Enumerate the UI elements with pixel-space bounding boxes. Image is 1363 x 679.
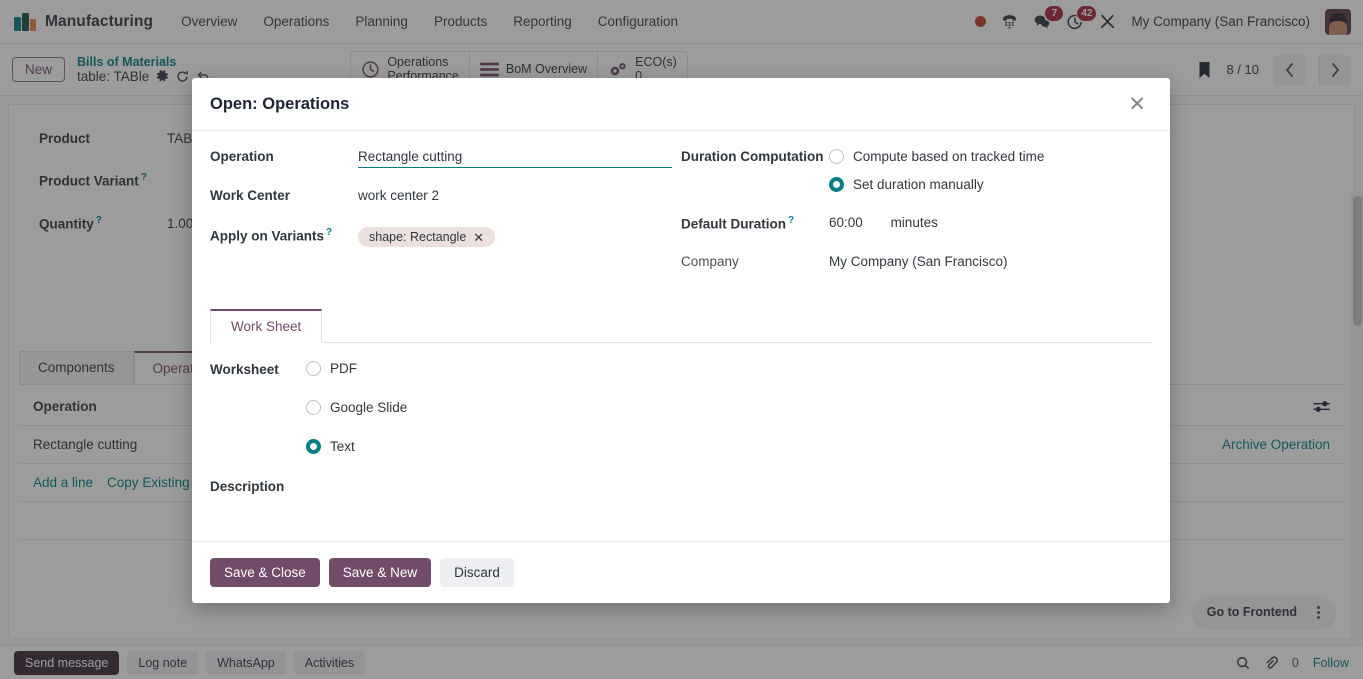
default-duration-wrap: 60:00 minutes [829, 213, 1152, 230]
label-description: Description [210, 479, 285, 494]
tab-work-sheet[interactable]: Work Sheet [210, 309, 323, 343]
field-wrap-operation [358, 147, 681, 168]
label-worksheet: Worksheet [210, 362, 279, 377]
radio-worksheet-text[interactable]: Text [306, 439, 407, 454]
radio-button-selected[interactable] [306, 439, 321, 454]
default-duration-unit: minutes [890, 215, 938, 230]
radio-label: Text [330, 439, 355, 454]
field-operation: Operation [210, 147, 681, 171]
close-icon[interactable]: ✕ [473, 231, 484, 244]
radio-set-duration-manually[interactable]: Set duration manually [829, 177, 1152, 192]
label-apply-on-variants: Apply on Variants? [210, 227, 333, 244]
variant-chip-label: shape: Rectangle [369, 230, 467, 244]
form-column-right: Duration Computation Compute based on tr… [681, 147, 1152, 291]
field-work-center: Work Center work center 2 [210, 186, 681, 210]
help-icon[interactable]: ? [788, 215, 794, 226]
radio-compute-tracked-time[interactable]: Compute based on tracked time [829, 149, 1152, 164]
field-duration-computation: Duration Computation Compute based on tr… [681, 147, 1152, 192]
radio-button[interactable] [306, 361, 321, 376]
form-column-left: Operation Work Center work center 2 Appl… [210, 147, 681, 291]
radio-worksheet-pdf[interactable]: PDF [306, 361, 407, 376]
field-worksheet: Worksheet PDF Google Slide Text [210, 361, 1152, 454]
radio-button-selected[interactable] [829, 177, 844, 192]
save-and-close-button[interactable]: Save & Close [210, 558, 320, 587]
radio-label: Google Slide [330, 400, 408, 415]
discard-button[interactable]: Discard [440, 558, 514, 587]
radio-label: Compute based on tracked time [853, 149, 1045, 164]
help-icon[interactable]: ? [326, 227, 332, 238]
dialog-footer: Save & Close Save & New Discard [192, 541, 1170, 603]
close-icon[interactable]: ✕ [1122, 90, 1152, 119]
dialog-body: Operation Work Center work center 2 Appl… [192, 131, 1170, 541]
dialog-header: Open: Operations ✕ [192, 78, 1170, 131]
operation-input[interactable] [358, 149, 672, 168]
form-columns: Operation Work Center work center 2 Appl… [210, 147, 1152, 291]
variant-chip[interactable]: shape: Rectangle ✕ [358, 227, 496, 247]
label-default-duration: Default Duration? [681, 215, 795, 232]
field-company: Company My Company (San Francisco) [681, 252, 1152, 276]
radio-label: PDF [330, 361, 357, 376]
label-work-center: Work Center [210, 188, 291, 203]
radio-label: Set duration manually [853, 177, 984, 192]
radio-button[interactable] [829, 149, 844, 164]
save-and-new-button[interactable]: Save & New [328, 558, 432, 587]
label-company: Company [681, 254, 739, 269]
variants-tags: shape: Rectangle ✕ [358, 225, 681, 247]
work-center-value[interactable]: work center 2 [358, 186, 681, 203]
field-default-duration: Default Duration? 60:00 minutes [681, 213, 1152, 237]
field-apply-on-variants: Apply on Variants? shape: Rectangle ✕ [210, 225, 681, 249]
radio-button[interactable] [306, 400, 321, 415]
duration-radio-group: Compute based on tracked time Set durati… [829, 147, 1152, 192]
open-operations-dialog: Open: Operations ✕ Operation Work Center… [192, 78, 1170, 603]
app-root: Manufacturing Overview Operations Planni… [0, 0, 1363, 679]
label-duration-computation: Duration Computation [681, 149, 824, 164]
dialog-title: Open: Operations [210, 94, 350, 113]
label-operation: Operation [210, 149, 274, 164]
radio-worksheet-google-slide[interactable]: Google Slide [306, 400, 407, 415]
worksheet-radio-group: PDF Google Slide Text [306, 361, 407, 454]
dialog-notebook-tabs: Work Sheet [210, 309, 1152, 343]
default-duration-value[interactable]: 60:00 [829, 215, 863, 230]
company-value[interactable]: My Company (San Francisco) [829, 252, 1152, 269]
